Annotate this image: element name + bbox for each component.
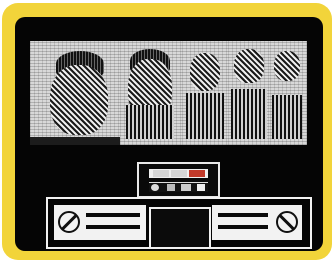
console-switch[interactable] [181,184,191,191]
console-indicator-row [149,169,208,178]
alert-indicator-light [189,170,205,177]
panel-slot [86,213,140,217]
center-monitor[interactable] [149,207,211,249]
left-control-panel [54,205,146,240]
portrait-2 [120,41,182,145]
photo-frame [2,3,332,260]
control-deck [46,197,312,249]
indicator-light [153,170,169,177]
game-screen [15,17,323,251]
console-switch[interactable] [197,184,205,191]
panel-slot [218,225,268,229]
indicator-light [171,170,187,177]
panel-slot [86,225,140,229]
control-console [137,162,220,198]
console-knob[interactable] [151,184,159,191]
panel-slot [218,213,268,217]
right-control-panel [212,205,302,240]
portrait-1-label [30,137,120,145]
console-button-row [149,182,208,192]
magnifier-dial-icon[interactable] [276,211,298,233]
portrait-5 [270,41,307,145]
console-switch[interactable] [167,184,175,191]
portrait-4 [228,41,270,145]
portrait-3 [182,41,228,145]
portrait-1 [30,41,120,145]
portrait-strip [30,41,307,145]
rotary-dial-icon[interactable] [58,211,80,233]
